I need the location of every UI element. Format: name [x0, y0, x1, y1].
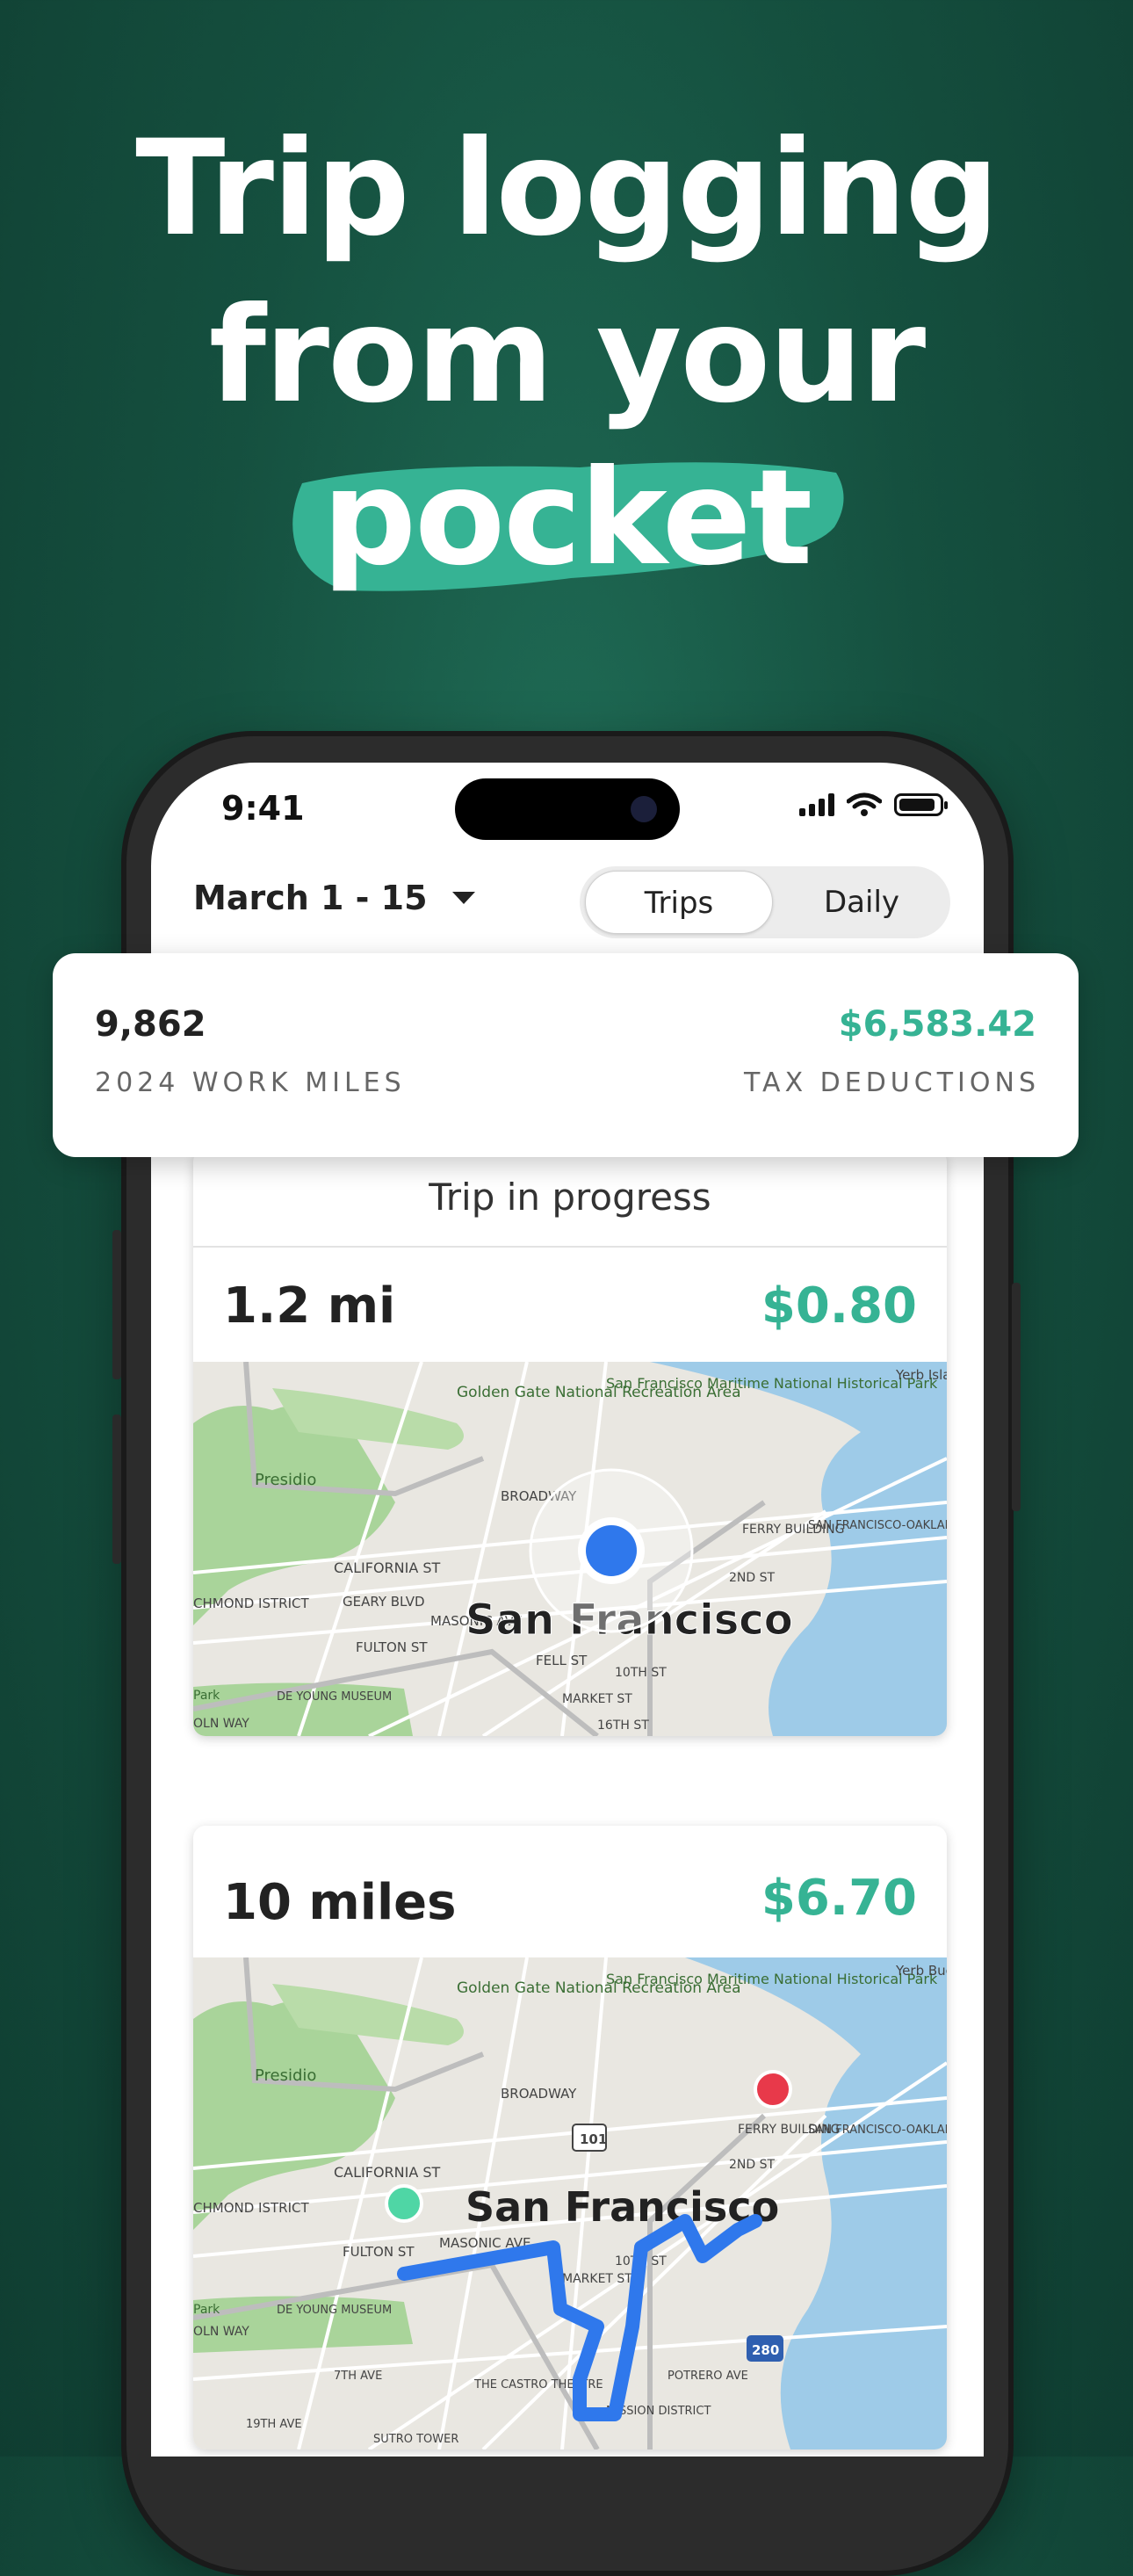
map-label-fulton: FULTON ST	[356, 1639, 428, 1655]
trip-map[interactable]: Golden Gate National Recreation Area San…	[193, 1362, 947, 1736]
map-label-sixteenth: 16TH ST	[597, 1719, 649, 1733]
map-label-maritime: San Francisco Maritime National Historic…	[606, 1971, 938, 1987]
map-label-lincoln: OLN WAY	[193, 1717, 249, 1731]
highway-280-label: 280	[752, 2342, 779, 2358]
map-label-park: Park	[193, 1689, 220, 1703]
tax-deductions-label: TAX DEDUCTIONS	[744, 1067, 1040, 1098]
trip-amount: $0.80	[761, 1277, 917, 1335]
map-label-presidio: Presidio	[255, 2066, 316, 2085]
map-label-bridge: SAN FRANCISCO-OAKLAND BAY BRIDGE	[808, 1519, 947, 1532]
wifi-icon	[847, 792, 882, 816]
map-label-maritime: San Francisco Maritime National Historic…	[606, 1375, 938, 1392]
tab-trips[interactable]: Trips	[585, 871, 773, 934]
map-label-bridge: SAN FRANCISCO-OAKLAND BAY BRIDGE	[808, 2124, 947, 2137]
work-miles-value: 9,862	[95, 1004, 206, 1045]
stats-summary-card: 9,862 2024 WORK MILES $6,583.42 TAX DEDU…	[53, 953, 1079, 1157]
trip-card-in-progress[interactable]: Trip in progress 1.2 mi $0.80 Golden Gat…	[193, 1149, 947, 1736]
power-button	[1012, 1283, 1021, 1511]
headline-line-1: Trip logging	[135, 112, 999, 265]
map-label-richmond: CHMOND ISTRICT	[193, 2200, 309, 2216]
highway-101-label: 101	[580, 2131, 607, 2147]
dynamic-island	[455, 778, 680, 840]
headline-line-2: from your	[208, 279, 926, 432]
map-label-nineteenth: 19TH AVE	[246, 2418, 302, 2431]
work-miles-label: 2024 WORK MILES	[95, 1067, 406, 1098]
battery-icon	[894, 793, 948, 816]
map-label-second: 2ND ST	[729, 2158, 775, 2172]
current-location-icon	[586, 1525, 637, 1576]
map-label-potrero: POTRERO AVE	[668, 2370, 748, 2383]
map-label-yerba: Yerb Islan	[895, 1367, 947, 1383]
map-label-geary: GEARY BLVD	[343, 1594, 425, 1610]
map-label-deyoung: DE YOUNG MUSEUM	[277, 2304, 392, 2317]
map-label-richmond: CHMOND ISTRICT	[193, 1596, 309, 1611]
map-label-california: CALIFORNIA ST	[334, 2164, 441, 2181]
map-label-lincoln: OLN WAY	[193, 2325, 249, 2339]
map-label-city: San Francisco	[465, 2183, 779, 2231]
map-label-broadway: BROADWAY	[501, 2086, 577, 2102]
headline-line-3: pocket	[321, 442, 813, 595]
map-label-deyoung: DE YOUNG MUSEUM	[277, 1690, 392, 1704]
trip-route-map[interactable]: Golden Gate National Recreation Area San…	[193, 1957, 947, 2449]
map-label-market: MARKET ST	[562, 1692, 632, 1706]
route-start-pin-icon	[385, 2184, 423, 2223]
view-segmented-control: Trips Daily	[580, 866, 950, 938]
map-label-sutro: SUTRO TOWER	[373, 2433, 458, 2446]
volume-up-button	[112, 1230, 121, 1379]
map-label-presidio: Presidio	[255, 1471, 316, 1489]
date-range-label: March 1 - 15	[193, 879, 428, 917]
map-label-california: CALIFORNIA ST	[334, 1559, 441, 1576]
map-label-park: Park	[193, 2303, 220, 2317]
trip-status-banner: Trip in progress	[193, 1149, 947, 1248]
trip-distance: 1.2 mi	[223, 1277, 396, 1335]
date-range-dropdown[interactable]: March 1 - 15	[193, 879, 475, 917]
chevron-down-icon	[451, 892, 475, 904]
route-end-pin-icon	[754, 2070, 792, 2109]
trip-card[interactable]: 10 miles $6.70 Golden Gate National Recr…	[193, 1826, 947, 2449]
trip-distance: 10 miles	[223, 1874, 457, 1931]
map-label-fulton: FULTON ST	[343, 2244, 415, 2260]
map-label-tenth: 10TH ST	[615, 1666, 667, 1680]
map-label-second: 2ND ST	[729, 1571, 775, 1585]
status-time: 9:41	[221, 789, 305, 828]
tax-deductions-value: $6,583.42	[838, 1004, 1036, 1045]
trip-amount: $6.70	[761, 1870, 917, 1927]
volume-down-button	[112, 1415, 121, 1564]
tab-daily[interactable]: Daily	[778, 871, 945, 934]
signal-icon	[799, 793, 834, 816]
map-label-yerba: Yerb Buer Islan	[895, 1963, 947, 1979]
status-icons	[799, 792, 948, 817]
map-label-market: MARKET ST	[562, 2272, 632, 2286]
map-label-seventh: 7TH AVE	[334, 2370, 382, 2383]
map-label-fell: FELL ST	[536, 1653, 588, 1668]
